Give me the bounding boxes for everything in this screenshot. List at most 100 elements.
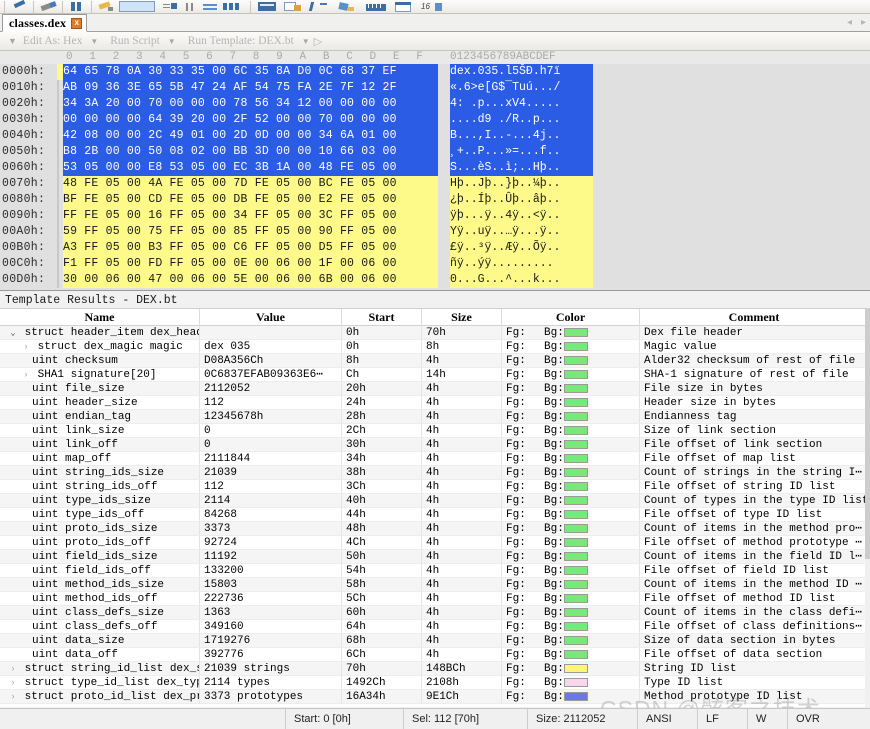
- wrap-icon[interactable]: [161, 0, 179, 13]
- row-color[interactable]: Fg: Bg:: [502, 522, 640, 535]
- column-header-size[interactable]: Size: [422, 309, 502, 326]
- template-results-table[interactable]: Name Value Start Size Color Comment ⌄ struct …: [0, 309, 870, 707]
- table-row[interactable]: uint method_ids_off 222736 5Ch 4h Fg: Bg: File…: [0, 592, 870, 606]
- hex-row[interactable]: 0030h: 00 00 00 00 64 39 20 00 2F 52 00 0…: [0, 112, 870, 128]
- row-value[interactable]: 12345678h: [200, 410, 342, 423]
- hex-row[interactable]: 00C0h: F1 FF 05 00 FD FF 05 00 0E 00 06 0…: [0, 256, 870, 272]
- row-value[interactable]: [200, 326, 342, 339]
- hex-row[interactable]: 0080h: BF FE 05 00 CD FE 05 00 DB FE 05 0…: [0, 192, 870, 208]
- row-name[interactable]: uint file_size: [0, 382, 200, 395]
- row-color[interactable]: Fg: Bg:: [502, 550, 640, 563]
- run-template-label[interactable]: Run Template: DEX.bt: [188, 35, 294, 47]
- run-play-icon[interactable]: ▷: [314, 35, 322, 48]
- row-color[interactable]: Fg: Bg:: [502, 648, 640, 661]
- color-swatch[interactable]: [564, 552, 588, 561]
- row-color[interactable]: Fg: Bg:: [502, 438, 640, 451]
- row-color[interactable]: Fg: Bg:: [502, 340, 640, 353]
- row-color[interactable]: Fg: Bg:: [502, 606, 640, 619]
- hex-ascii[interactable]: 0...G...^...k...: [450, 272, 593, 288]
- color-swatch[interactable]: [564, 328, 588, 337]
- status-write-mode[interactable]: W: [748, 709, 788, 729]
- hex-ascii[interactable]: Hþ..Jþ..}þ..¼þ..: [450, 176, 593, 192]
- color-swatch[interactable]: [564, 384, 588, 393]
- color-swatch[interactable]: [564, 510, 588, 519]
- hex-bytes[interactable]: FF FE 05 00 16 FF 05 00 34 FF 05 00 3C F…: [63, 208, 438, 224]
- hex-row[interactable]: 0070h: 48 FE 05 00 4A FE 05 00 7D FE 05 0…: [0, 176, 870, 192]
- hex-editor-pane[interactable]: 0 1 2 3 4 5 6 7 8 9 A B C D E F 0123456789ABCDEF 0000h: 6…: [0, 51, 870, 291]
- row-color[interactable]: Fg: Bg:: [502, 452, 640, 465]
- hex-bytes[interactable]: AB 09 36 3E 65 5B 47 24 AF 54 75 FA 2E 7…: [63, 80, 438, 96]
- highlighter-icon[interactable]: [97, 0, 115, 13]
- hex-bytes[interactable]: 34 3A 20 00 70 00 00 00 78 56 34 12 00 0…: [63, 96, 438, 112]
- row-color[interactable]: Fg: Bg:: [502, 634, 640, 647]
- hex-row[interactable]: 0010h: AB 09 36 3E 65 5B 47 24 AF 54 75 F…: [0, 80, 870, 96]
- row-color[interactable]: Fg: Bg:: [502, 690, 640, 703]
- row-color[interactable]: Fg: Bg:: [502, 494, 640, 507]
- row-color[interactable]: Fg: Bg:: [502, 424, 640, 437]
- hex-ascii[interactable]: ÿþ...ÿ..4ÿ..<ÿ..: [450, 208, 593, 224]
- row-name[interactable]: uint proto_ids_off: [0, 536, 200, 549]
- row-color[interactable]: Fg: Bg:: [502, 620, 640, 633]
- table-row[interactable]: uint type_ids_off 84268 44h 4h Fg: Bg: File of…: [0, 508, 870, 522]
- row-name[interactable]: uint method_ids_size: [0, 578, 200, 591]
- hex-bytes[interactable]: 53 05 00 00 E8 53 05 00 EC 3B 1A 00 48 F…: [63, 160, 438, 176]
- table-row[interactable]: uint method_ids_size 15803 58h 4h Fg: Bg: Coun…: [0, 578, 870, 592]
- table-row[interactable]: uint field_ids_size 11192 50h 4h Fg: Bg: Count…: [0, 550, 870, 564]
- row-name[interactable]: uint data_off: [0, 648, 200, 661]
- expand-toggle-icon[interactable]: ›: [8, 676, 18, 689]
- table-row[interactable]: uint data_size 1719276 68h 4h Fg: Bg: Size of …: [0, 634, 870, 648]
- table-row[interactable]: › struct dex_magic magic dex 035 0h 8h Fg: Bg…: [0, 340, 870, 354]
- color-swatch[interactable]: [564, 342, 588, 351]
- status-overwrite-mode[interactable]: OVR: [788, 709, 848, 729]
- hex-bytes[interactable]: 59 FF 05 00 75 FF 05 00 85 FF 05 00 90 F…: [63, 224, 438, 240]
- hex-bytes[interactable]: 30 00 06 00 47 00 06 00 5E 00 06 00 6B 0…: [63, 272, 438, 288]
- row-value[interactable]: 1719276: [200, 634, 342, 647]
- row-value[interactable]: D08A356Ch: [200, 354, 342, 367]
- table-row[interactable]: uint header_size 112 24h 4h Fg: Bg: Header siz…: [0, 396, 870, 410]
- tab-next-icon[interactable]: ▸: [861, 16, 866, 30]
- hex-bytes[interactable]: B8 2B 00 00 50 08 02 00 BB 3D 00 00 10 6…: [63, 144, 438, 160]
- row-value[interactable]: 21039 strings: [200, 662, 342, 675]
- color-swatch[interactable]: [564, 580, 588, 589]
- row-color[interactable]: Fg: Bg:: [502, 578, 640, 591]
- row-name[interactable]: › struct dex_magic magic: [0, 340, 200, 353]
- row-name[interactable]: uint field_ids_off: [0, 564, 200, 577]
- color-swatch[interactable]: [564, 594, 588, 603]
- row-color[interactable]: Fg: Bg:: [502, 564, 640, 577]
- row-color[interactable]: Fg: Bg:: [502, 592, 640, 605]
- run-script-label[interactable]: Run Script: [110, 35, 160, 47]
- row-color[interactable]: Fg: Bg:: [502, 536, 640, 549]
- column-header-start[interactable]: Start: [342, 309, 422, 326]
- color-swatch[interactable]: [564, 664, 588, 673]
- run-template-chevron-down-icon[interactable]: ▼: [302, 37, 310, 46]
- row-name[interactable]: uint field_ids_size: [0, 550, 200, 563]
- row-name[interactable]: uint class_defs_size: [0, 606, 200, 619]
- row-value[interactable]: 92724: [200, 536, 342, 549]
- eraser-icon[interactable]: [39, 0, 57, 13]
- color-swatch[interactable]: [564, 356, 588, 365]
- row-value[interactable]: 84268: [200, 508, 342, 521]
- row-value[interactable]: 1363: [200, 606, 342, 619]
- table-scroll-thumb[interactable]: [865, 309, 870, 559]
- hex-ascii[interactable]: B...,I..-...4j..: [450, 128, 593, 144]
- hex-bytes[interactable]: 64 65 78 0A 30 33 35 00 6C 35 8A D0 0C 6…: [63, 64, 438, 80]
- pencil-icon[interactable]: [10, 0, 28, 13]
- row-value[interactable]: 11192: [200, 550, 342, 563]
- status-linefeed[interactable]: LF: [698, 709, 748, 729]
- hex-ascii[interactable]: S...èS..ì;..Hþ..: [450, 160, 593, 176]
- hex-ascii[interactable]: Yÿ..uÿ..…ÿ...ÿ..: [450, 224, 593, 240]
- column-header-comment[interactable]: Comment: [640, 309, 868, 326]
- table-row[interactable]: › struct proto_id_list dex_prot⋯3373 pro…: [0, 690, 870, 704]
- hex-ascii[interactable]: dex.035.l5ŠÐ.h7ï: [450, 64, 593, 80]
- row-value[interactable]: 0C6837EFAB09363E6⋯: [200, 368, 342, 381]
- table-icon[interactable]: [256, 0, 280, 13]
- row-value[interactable]: 15803: [200, 578, 342, 591]
- color-swatch[interactable]: [564, 482, 588, 491]
- table-row[interactable]: uint data_off 392776 6Ch 4h Fg: Bg: File offse…: [0, 648, 870, 662]
- row-value[interactable]: 112: [200, 480, 342, 493]
- row-value[interactable]: 349160: [200, 620, 342, 633]
- row-name[interactable]: uint link_size: [0, 424, 200, 437]
- window-icon[interactable]: [392, 0, 418, 13]
- row-name[interactable]: uint string_ids_size: [0, 466, 200, 479]
- tab-prev-icon[interactable]: ◂: [847, 16, 852, 30]
